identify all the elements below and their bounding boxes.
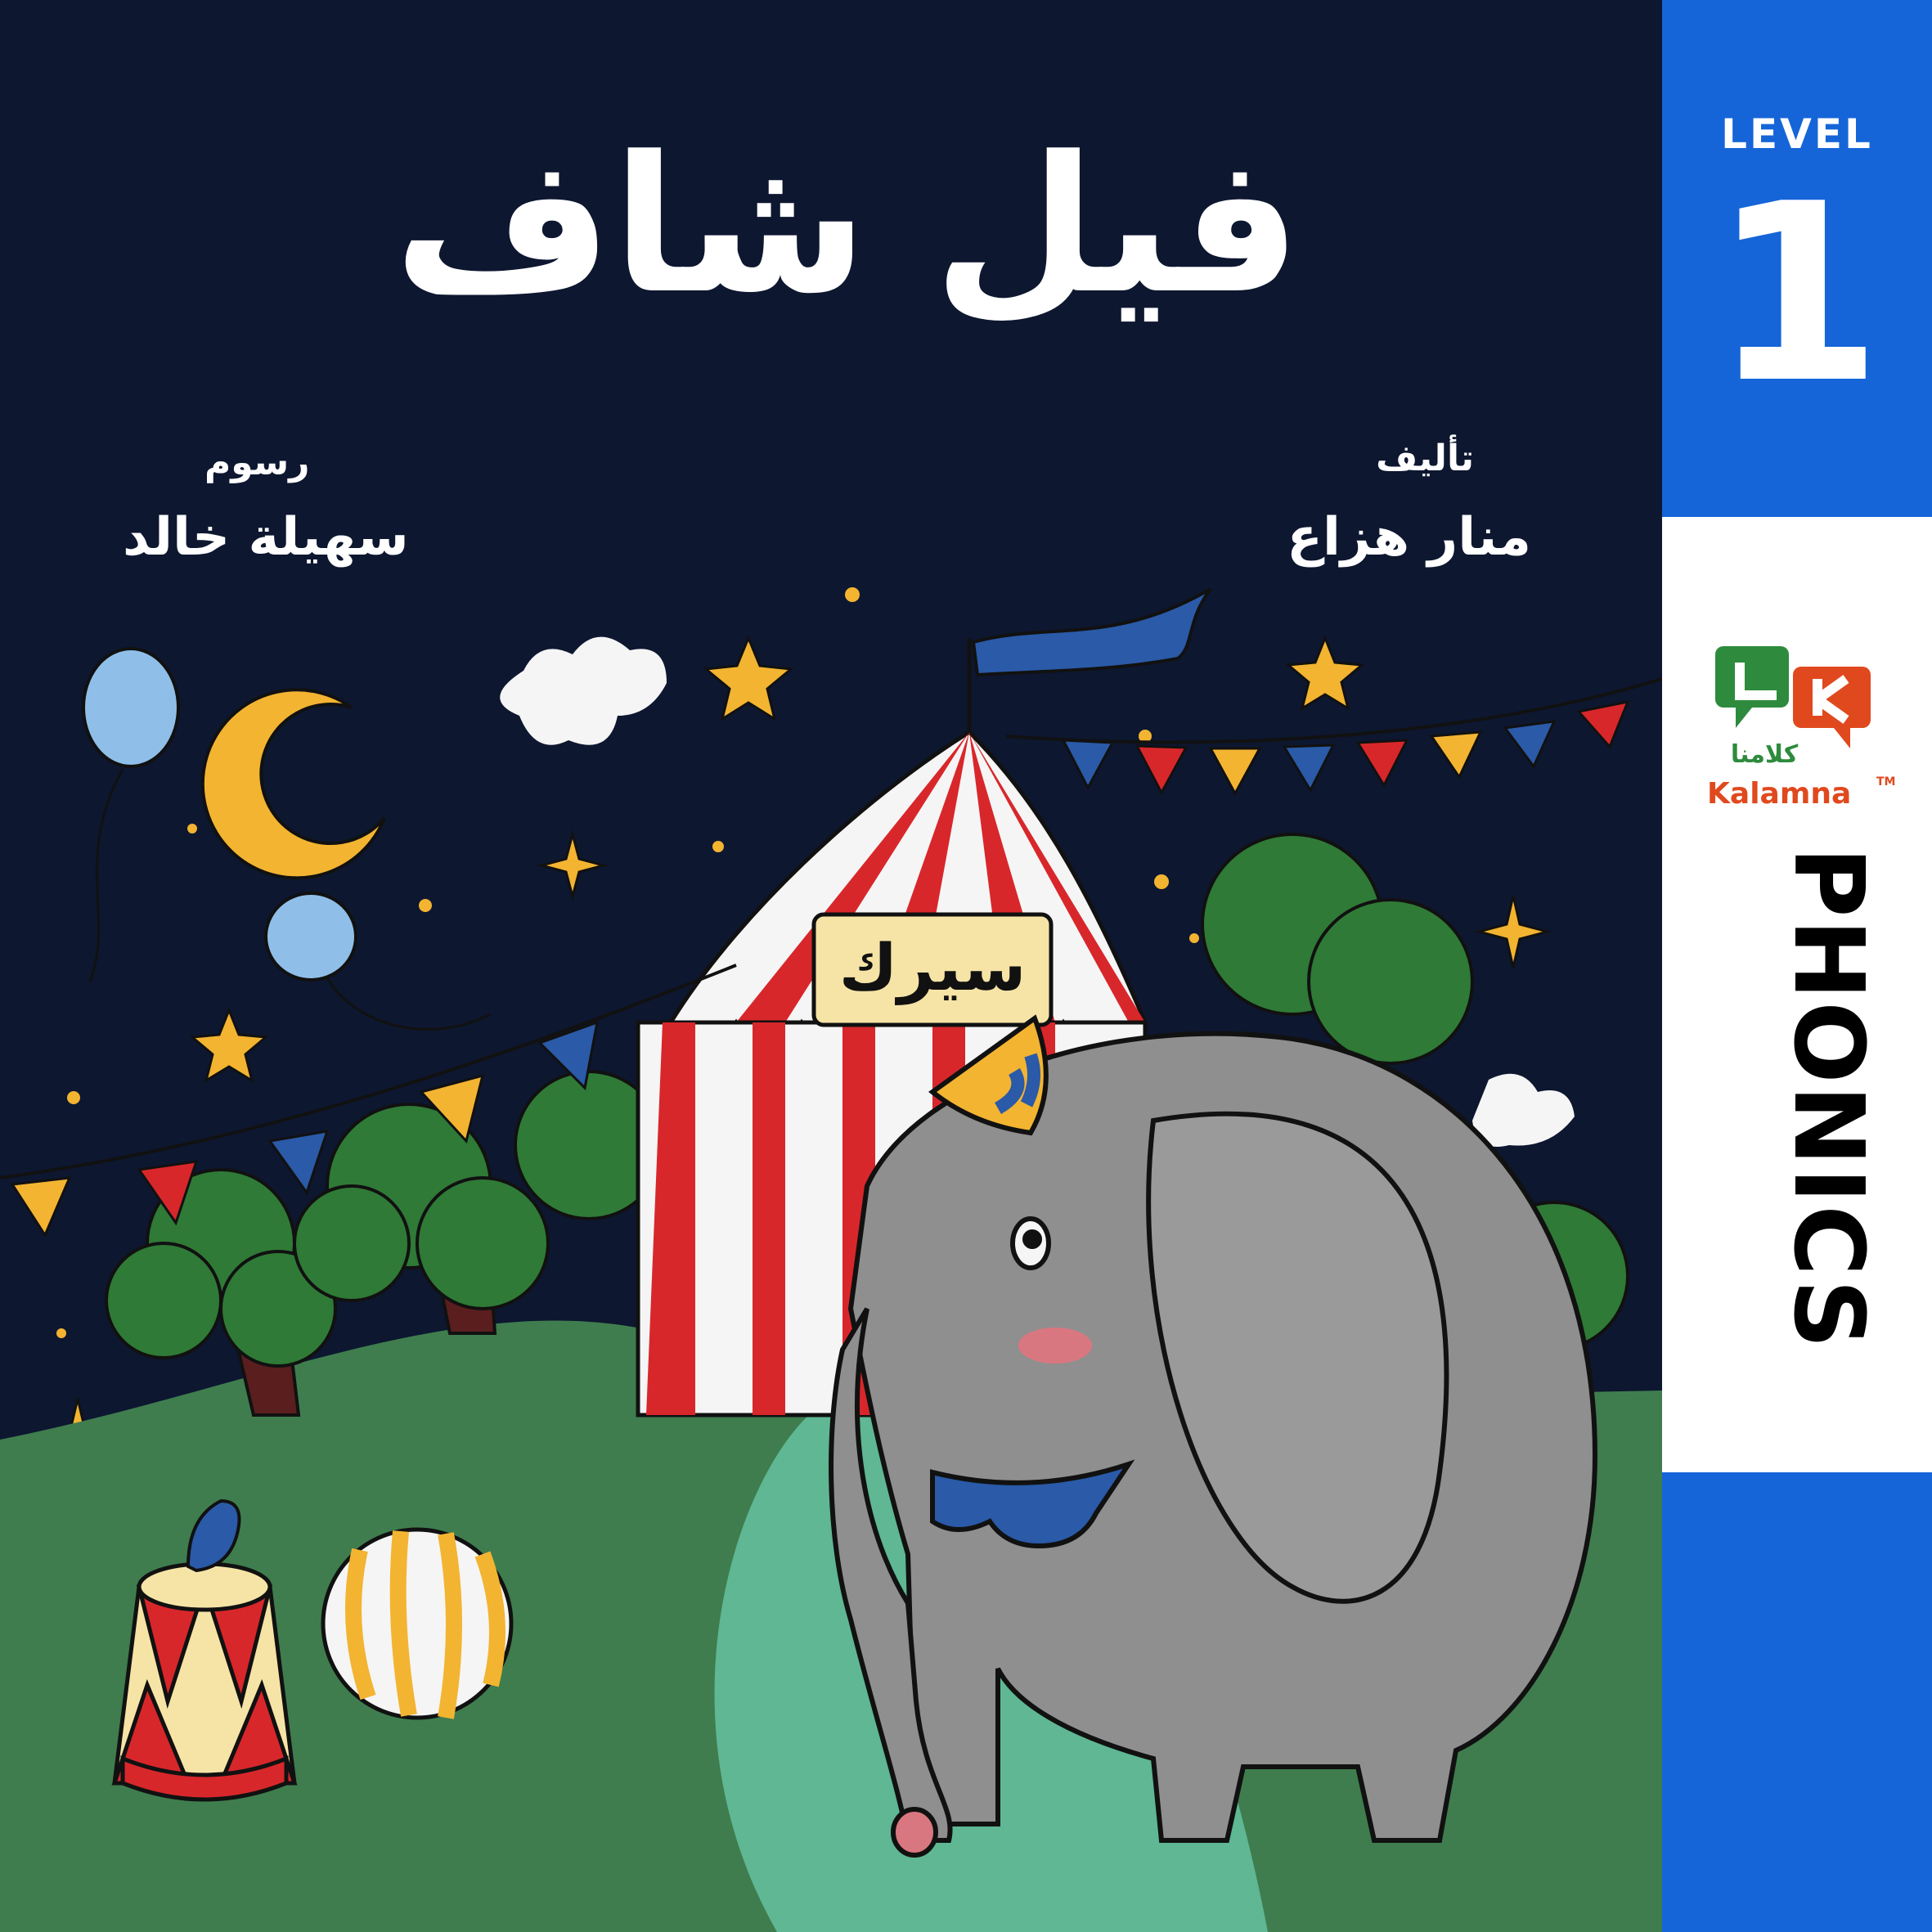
author-name: منار هزاع <box>1287 507 1531 568</box>
trademark: TM <box>1876 775 1896 789</box>
brand-english: Kalamna <box>1707 777 1852 811</box>
author-role: تأليف <box>1376 438 1474 479</box>
series-label: PHONICS <box>1772 847 1885 1350</box>
book-cover: سيرك فيل شاف تأليف منار هزاع رسوم سهيلة … <box>0 0 1662 1932</box>
level-number: 1 <box>1711 151 1883 437</box>
book-title: فيل شاف <box>393 117 1301 335</box>
tent-sign: سيرك <box>839 932 1027 1005</box>
sidebar-bottom-band <box>1662 1472 1932 1932</box>
circus-drum <box>111 1561 298 1802</box>
brand-arabic: كلامنا <box>1730 740 1799 769</box>
illustrator-name: سهيلة خالد <box>123 507 409 568</box>
elephant <box>829 1014 1598 1858</box>
illustrator-role: رسوم <box>204 442 310 483</box>
level-badge: LEVEL 1 <box>1662 0 1932 517</box>
